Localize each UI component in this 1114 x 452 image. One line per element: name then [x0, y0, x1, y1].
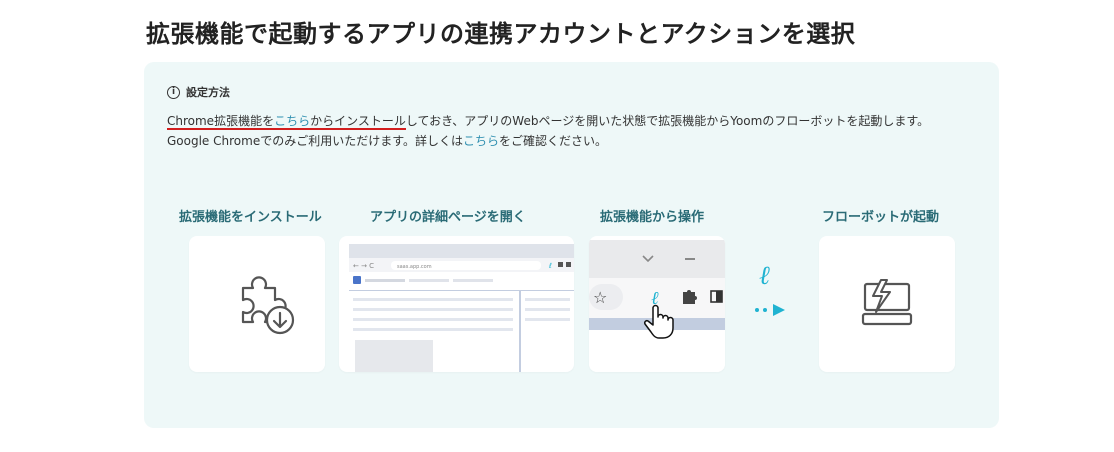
svg-text:ℓ: ℓ — [548, 262, 552, 270]
info-icon: i — [167, 85, 180, 99]
step-card-flowbot — [819, 236, 955, 372]
install-instruction: Chrome拡張機能をこちらからインストール — [167, 114, 406, 130]
description-line-2: Google Chromeでのみご利用いただけます。詳しくはこちらをご確認くださ… — [167, 131, 987, 151]
description-line-1: Chrome拡張機能をこちらからインストールしておき、アプリのWebページを開い… — [167, 111, 987, 131]
step-label-operate: 拡張機能から操作 — [600, 210, 705, 225]
puzzle-icon — [683, 290, 697, 304]
browser-window-icon: ← → C saas.app.com ℓ — [349, 244, 574, 372]
step-card-operate: ☆ ℓ — [589, 236, 725, 372]
step-label-open-app: アプリの詳細ページを開く — [370, 210, 526, 225]
svg-text:← → C: ← → C — [353, 262, 374, 270]
step-label-flowbot: フローボットが起動 — [822, 210, 940, 225]
star-icon: ☆ — [593, 288, 607, 307]
description-line-2-suffix: をご確認ください。 — [499, 134, 608, 148]
setup-heading-text: 設定方法 — [186, 86, 230, 99]
description-line-2-prefix: Google Chromeでのみご利用いただけます。詳しくは — [167, 134, 464, 148]
browser-url-text: saas.app.com — [397, 264, 432, 270]
yoom-arrow-icon: ℓ — [755, 261, 785, 316]
setup-panel: i 設定方法 Chrome拡張機能をこちらからインストールしておき、アプリのWe… — [144, 62, 999, 428]
step-card-install — [189, 236, 325, 372]
step-card-open-app: ← → C saas.app.com ℓ — [339, 236, 574, 372]
install-text-prefix: Chrome拡張機能を — [167, 114, 275, 128]
browser-toolbar-icon: ☆ ℓ — [589, 240, 725, 372]
svg-text:ℓ: ℓ — [759, 261, 770, 291]
setup-description: Chrome拡張機能をこちらからインストールしておき、アプリのWebページを開い… — [167, 111, 987, 151]
install-text-suffix: からインストール — [310, 114, 406, 128]
extension-link[interactable]: こちら — [274, 114, 310, 128]
puzzle-download-icon — [241, 276, 295, 335]
lightning-monitor-icon — [861, 279, 913, 326]
description-line-1-rest: しておき、アプリのWebページを開いた状態で拡張機能からYoomのフローボットを… — [405, 114, 930, 128]
details-link[interactable]: こちら — [463, 134, 499, 148]
flow-arrow: ℓ — [749, 258, 789, 322]
setup-heading: i 設定方法 — [167, 84, 230, 100]
page-title: 拡張機能で起動するアプリの連携アカウントとアクションを選択 — [146, 20, 856, 48]
step-label-install: 拡張機能をインストール — [179, 210, 322, 225]
